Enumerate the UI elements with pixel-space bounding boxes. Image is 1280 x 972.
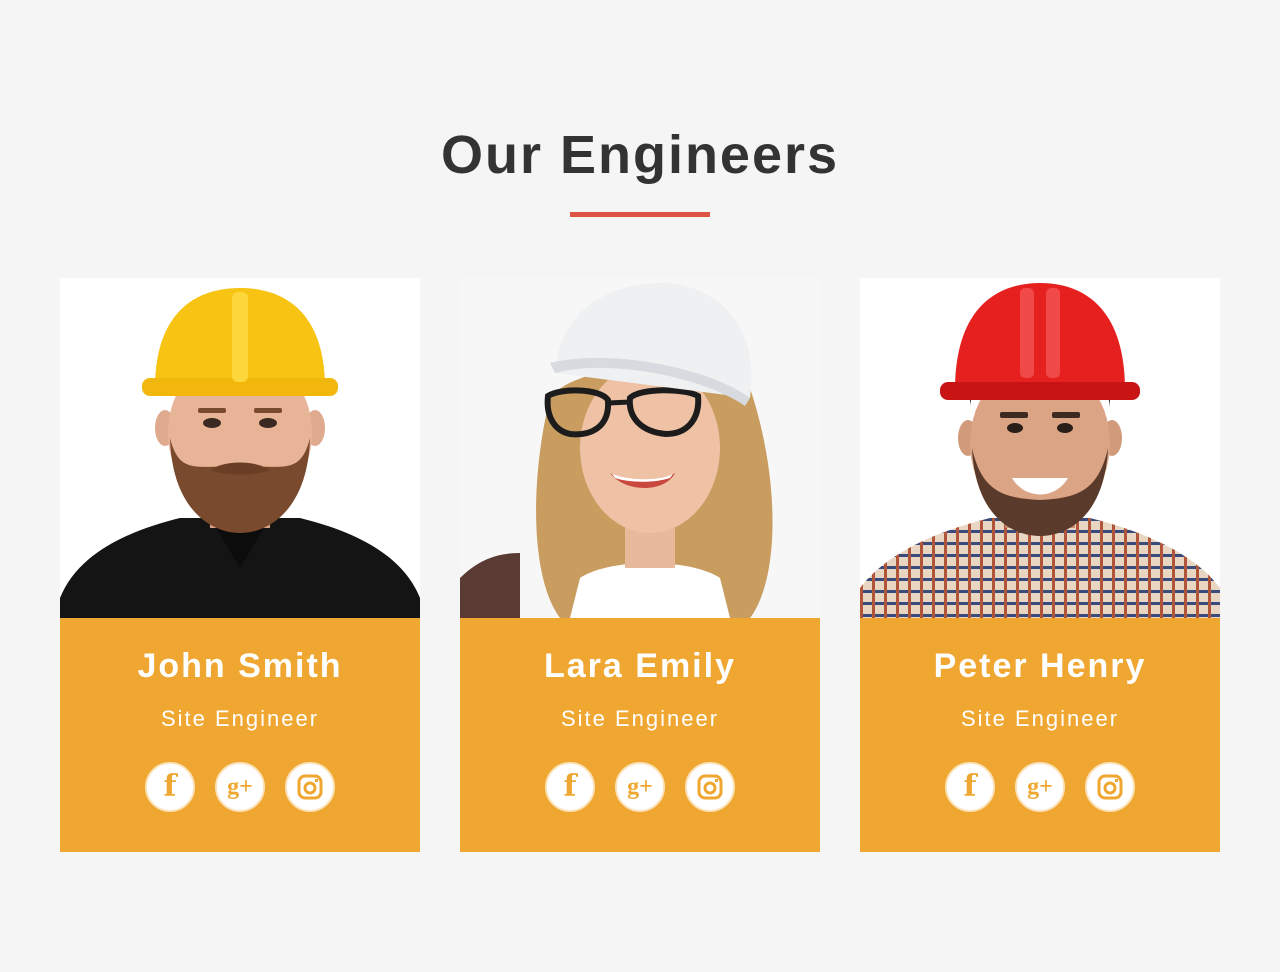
engineer-info: Peter Henry Site Engineer f g+ bbox=[860, 618, 1220, 852]
section-title: Our Engineers bbox=[440, 125, 840, 185]
instagram-icon[interactable] bbox=[1085, 762, 1135, 812]
engineer-name: John Smith bbox=[137, 647, 343, 685]
engineer-info: Lara Emily Site Engineer f g+ bbox=[460, 618, 820, 852]
engineer-role: Site Engineer bbox=[160, 706, 320, 731]
social-links: f g+ bbox=[460, 762, 820, 812]
social-links: f g+ bbox=[60, 762, 420, 812]
google-plus-icon[interactable]: g+ bbox=[215, 762, 265, 812]
engineer-name: Peter Henry bbox=[933, 647, 1147, 685]
instagram-icon[interactable] bbox=[285, 762, 335, 812]
facebook-icon[interactable]: f bbox=[545, 762, 595, 812]
facebook-icon[interactable]: f bbox=[145, 762, 195, 812]
google-plus-icon[interactable]: g+ bbox=[1015, 762, 1065, 812]
engineer-info: John Smith Site Engineer f g+ bbox=[60, 618, 420, 852]
engineer-card-john-smith: John Smith Site Engineer f g+ bbox=[60, 278, 420, 852]
engineer-photo bbox=[860, 278, 1220, 618]
engineer-photo bbox=[60, 278, 420, 618]
instagram-icon[interactable] bbox=[685, 762, 735, 812]
engineer-role: Site Engineer bbox=[560, 706, 720, 731]
engineer-name: Lara Emily bbox=[544, 647, 736, 685]
engineer-role: Site Engineer bbox=[960, 706, 1120, 731]
google-plus-icon[interactable]: g+ bbox=[615, 762, 665, 812]
facebook-icon[interactable]: f bbox=[945, 762, 995, 812]
social-links: f g+ bbox=[860, 762, 1220, 812]
title-underline bbox=[570, 212, 710, 217]
engineer-photo bbox=[460, 278, 820, 618]
engineer-card-peter-henry: Peter Henry Site Engineer f g+ bbox=[860, 278, 1220, 852]
engineer-card-lara-emily: Lara Emily Site Engineer f g+ bbox=[460, 278, 820, 852]
